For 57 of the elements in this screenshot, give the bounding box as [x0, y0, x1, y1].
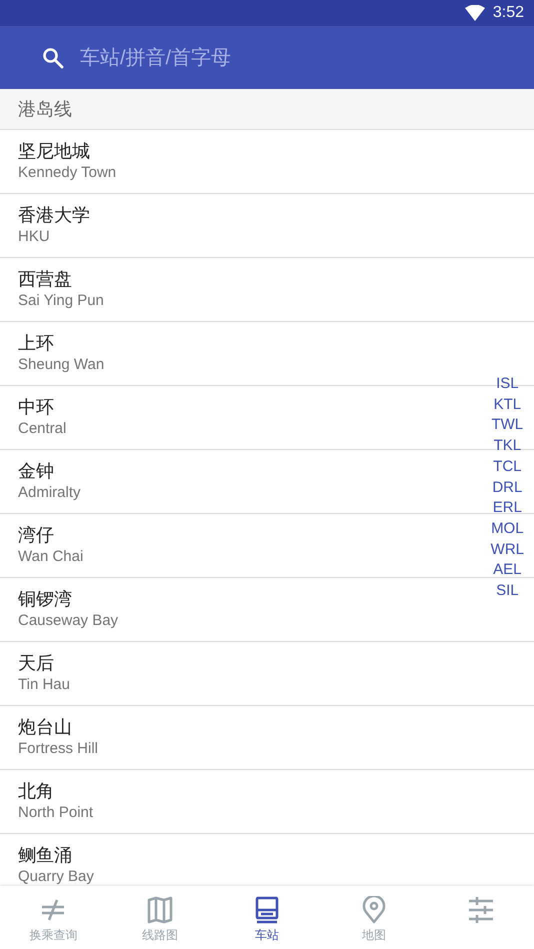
- line-index-item[interactable]: KTL: [494, 394, 522, 416]
- section-title: 港岛线: [18, 98, 72, 120]
- line-index-item[interactable]: ERL: [492, 498, 522, 519]
- station-name: 西营盘: [18, 268, 72, 290]
- station-row[interactable]: 坚尼地城 Kennedy Town: [0, 130, 470, 193]
- station-english-name: Admiralty: [18, 483, 81, 503]
- station-name: 湾仔: [18, 524, 54, 546]
- station-row[interactable]: 鲗鱼涌 Quarry Bay: [0, 834, 470, 886]
- station-name: 中环: [18, 396, 54, 418]
- station-english-name: Quarry Bay: [18, 867, 94, 886]
- station-name: 坚尼地城: [18, 140, 90, 162]
- station-row[interactable]: 炮台山 Fortress Hill: [0, 706, 470, 769]
- map-icon: [146, 896, 174, 924]
- line-index-item[interactable]: TKL: [494, 436, 522, 457]
- line-index-item[interactable]: DRL: [492, 478, 522, 498]
- line-index-item[interactable]: TCL: [493, 456, 522, 478]
- station-name: 鲗鱼涌: [18, 844, 72, 866]
- line-index-item[interactable]: WRL: [490, 540, 524, 560]
- nav-tab[interactable]: 车站: [214, 886, 320, 949]
- station-row[interactable]: 西营盘 Sai Ying Pun: [0, 258, 470, 321]
- search-field[interactable]: 车站/拼音/首字母: [80, 42, 480, 72]
- station-english-name: HKU: [18, 227, 50, 247]
- search-icon: [42, 46, 64, 68]
- station-name: 炮台山: [18, 716, 72, 738]
- station-row[interactable]: 湾仔 Wan Chai: [0, 514, 470, 577]
- line-index-item[interactable]: AEL: [493, 560, 522, 582]
- station-english-name: Tin Hau: [18, 675, 70, 695]
- station-name: 铜锣湾: [18, 588, 72, 610]
- station-row[interactable]: 铜锣湾 Causeway Bay: [0, 578, 470, 641]
- station-english-name: Sai Ying Pun: [18, 291, 104, 311]
- station-row[interactable]: 中环 Central: [0, 386, 470, 449]
- wifi-icon: [464, 5, 485, 21]
- station-row[interactable]: 北角 North Point: [0, 770, 470, 833]
- status-time: 3:52: [492, 3, 524, 23]
- sliders-icon: [466, 896, 495, 924]
- line-index-item[interactable]: SIL: [496, 581, 519, 602]
- station-name: 香港大学: [18, 204, 90, 226]
- station-english-name: North Point: [18, 803, 94, 823]
- station-row[interactable]: 天后 Tin Hau: [0, 642, 470, 705]
- station-row[interactable]: 香港大学 HKU: [0, 194, 470, 257]
- station-english-name: Kennedy Town: [18, 163, 116, 183]
- line-index-item[interactable]: TWL: [491, 415, 524, 436]
- station-name: 天后: [18, 652, 54, 674]
- station-name: 北角: [18, 780, 54, 802]
- station-english-name: Wan Chai: [18, 547, 84, 567]
- station-english-name: Sheung Wan: [18, 355, 104, 375]
- location-pin-icon: [360, 896, 388, 924]
- search-bar[interactable]: 车站/拼音/首字母: [0, 26, 534, 89]
- station-name: 金钟: [18, 460, 54, 482]
- line-index-item[interactable]: MOL: [491, 518, 524, 540]
- line-index-item[interactable]: ISL: [496, 374, 519, 395]
- station-english-name: Fortress Hill: [18, 739, 98, 759]
- station-english-name: Causeway Bay: [18, 611, 118, 631]
- station-english-name: Central: [18, 419, 66, 439]
- station-row[interactable]: 上环 Sheung Wan: [0, 322, 470, 385]
- station-row[interactable]: 金钟 Admiralty: [0, 450, 470, 513]
- station-name: 上环: [18, 332, 54, 354]
